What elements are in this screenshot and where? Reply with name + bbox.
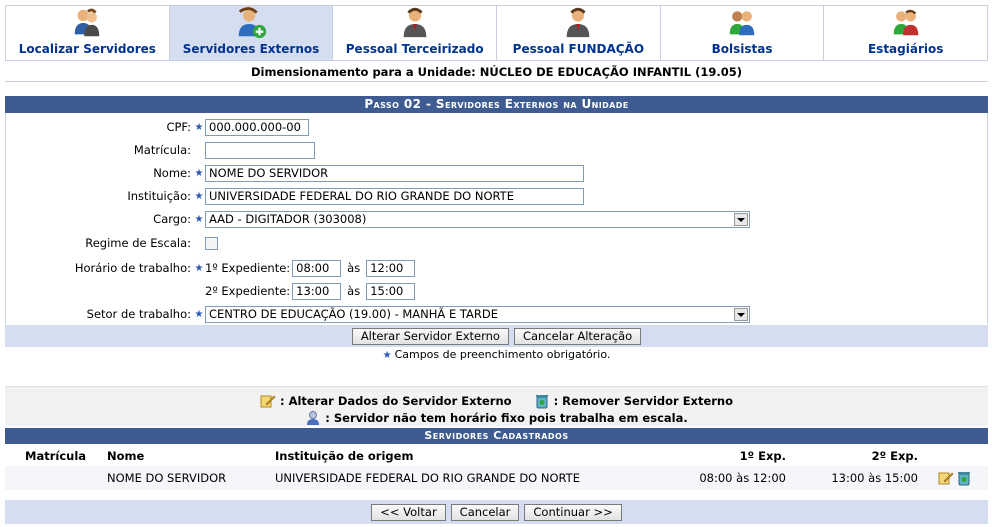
cell-exp1: 08:00 às 12:00 <box>665 466 808 490</box>
required-star-icon: ★ <box>194 308 204 320</box>
setor-row: Setor de trabalho: ★ CENTRO DE EDUCAÇÃO … <box>6 305 750 323</box>
exp1-start-input[interactable]: 08:00 <box>292 259 342 277</box>
cargo-row: Cargo: ★ AAD - DIGITADOR (303008) <box>6 210 750 228</box>
required-star-icon: ★ <box>194 213 204 225</box>
cell-matricula <box>5 466 107 490</box>
matricula-label: Matrícula: <box>133 143 191 157</box>
cargo-label: Cargo: <box>153 212 191 226</box>
exp1-label: 1º Expediente: <box>205 261 291 275</box>
instituicao-input[interactable]: UNIVERSIDADE FEDERAL DO RIO GRANDE DO NO… <box>205 187 584 205</box>
setor-selected-value: CENTRO DE EDUCAÇÃO (19.00) - MANHÃ E TAR… <box>209 307 498 321</box>
tab-label: Bolsistas <box>711 42 773 56</box>
as-label: às <box>347 261 361 275</box>
horario-label: Horário de trabalho: <box>74 261 191 275</box>
page: Localizar Servidores Servidores Externos… <box>0 0 992 527</box>
tab-label: Pessoal FUNDAÇÃO <box>512 42 645 56</box>
cell-exp2: 13:00 às 15:00 <box>808 466 938 490</box>
tab-label: Localizar Servidores <box>18 42 156 56</box>
instituicao-row: Instituição: ★ UNIVERSIDADE FEDERAL DO R… <box>6 187 584 205</box>
nome-row: Nome: ★ NOME DO SERVIDOR <box>6 164 584 182</box>
horario-row-2: 2º Expediente: 13:00 às 15:00 <box>6 282 416 300</box>
cpf-input[interactable]: 000.000.000-00 <box>205 118 309 136</box>
required-star-icon: ★ <box>194 167 204 179</box>
tab-label: Estagiários <box>867 42 944 56</box>
exp2-start-input[interactable]: 13:00 <box>292 282 342 300</box>
regime-escala-checkbox[interactable] <box>205 236 218 250</box>
matricula-row: Matrícula: <box>6 141 315 159</box>
trash-icon <box>535 395 548 409</box>
continuar-button[interactable]: Continuar >> <box>524 503 622 521</box>
setor-label: Setor de trabalho: <box>86 307 191 321</box>
alterar-servidor-button[interactable]: Alterar Servidor Externo <box>351 327 509 345</box>
user-add-icon <box>238 7 267 39</box>
required-star-icon: ★ <box>194 121 204 133</box>
col-nome: Nome <box>107 449 145 463</box>
unit-dimension-title: Dimensionamento para a Unidade: NÚCLEO D… <box>5 62 988 82</box>
tab-servidores-externos[interactable]: Servidores Externos <box>169 6 334 60</box>
cargo-selected-value: AAD - DIGITADOR (303008) <box>209 212 367 226</box>
exp2-label: 2º Expediente: <box>205 284 291 298</box>
required-star-icon: ★ <box>194 262 204 274</box>
nome-input[interactable]: NOME DO SERVIDOR <box>205 164 584 182</box>
users-group-icon <box>893 9 918 36</box>
regime-label: Regime de Escala: <box>85 236 191 250</box>
chevron-down-icon[interactable] <box>734 307 748 321</box>
footer-button-bar: << Voltar Cancelar Continuar >> <box>5 500 988 524</box>
matricula-input[interactable] <box>205 141 315 159</box>
as-label: às <box>347 284 361 298</box>
tab-estagiarios[interactable]: Estagiários <box>824 6 988 60</box>
regime-row: Regime de Escala: <box>6 234 218 252</box>
col-matricula: Matrícula <box>25 449 87 463</box>
user-icon <box>307 411 320 425</box>
tab-pessoal-terceirizado[interactable]: Pessoal Terceirizado <box>333 6 498 60</box>
edit-icon <box>260 395 276 408</box>
users-search-icon <box>75 8 100 37</box>
cell-nome: NOME DO SERVIDOR <box>107 466 275 490</box>
nome-label: Nome: <box>153 166 191 180</box>
col-exp2: 2º Exp. <box>871 449 918 463</box>
users-green-icon <box>729 11 755 36</box>
edit-icon[interactable] <box>938 470 954 486</box>
tab-label: Pessoal Terceirizado <box>345 42 484 56</box>
legend: : Alterar Dados do Servidor Externo : Re… <box>5 386 988 426</box>
tab-bolsistas[interactable]: Bolsistas <box>660 6 825 60</box>
user-suit-icon <box>567 7 590 38</box>
form-title: Passo 02 - Servidores Externos na Unidad… <box>5 96 988 113</box>
required-star-icon: ★ <box>194 190 204 202</box>
form-button-bar: Alterar Servidor Externo Cancelar Altera… <box>5 325 988 347</box>
cancelar-alteracao-button[interactable]: Cancelar Alteração <box>513 327 642 345</box>
tab-pessoal-fundacao[interactable]: Pessoal FUNDAÇÃO <box>497 6 661 60</box>
exp1-end-input[interactable]: 12:00 <box>366 259 416 277</box>
required-star-icon: ★ <box>382 350 392 361</box>
col-instituicao: Instituição de origem <box>275 449 414 463</box>
user-suit-icon <box>403 7 427 38</box>
cpf-row: CPF: ★ 000.000.000-00 <box>6 118 309 136</box>
trash-icon[interactable] <box>956 470 972 486</box>
cancelar-button[interactable]: Cancelar <box>450 503 520 521</box>
col-exp1: 1º Exp. <box>739 449 786 463</box>
tab-localizar-servidores[interactable]: Localizar Servidores <box>6 6 170 60</box>
cell-instituicao: UNIVERSIDADE FEDERAL DO RIO GRANDE DO NO… <box>275 466 665 490</box>
instituicao-label: Instituição: <box>127 189 191 203</box>
servers-table: Matrícula Nome Instituição de origem 1º … <box>5 446 988 490</box>
cargo-select[interactable]: AAD - DIGITADOR (303008) <box>205 210 750 228</box>
setor-select[interactable]: CENTRO DE EDUCAÇÃO (19.00) - MANHÃ E TAR… <box>205 305 750 323</box>
cpf-label: CPF: <box>166 120 191 134</box>
horario-row-1: Horário de trabalho: ★ 1º Expediente: 08… <box>6 259 416 277</box>
tab-bar: Localizar Servidores Servidores Externos… <box>5 5 988 61</box>
tab-label: Servidores Externos <box>182 42 320 56</box>
required-note: ★ Campos de preenchimento obrigatório. <box>382 348 611 361</box>
voltar-button[interactable]: << Voltar <box>371 503 446 521</box>
chevron-down-icon[interactable] <box>734 212 748 226</box>
exp2-end-input[interactable]: 15:00 <box>366 282 416 300</box>
table-row: NOME DO SERVIDOR UNIVERSIDADE FEDERAL DO… <box>5 466 988 490</box>
table-title: Servidores Cadastrados <box>5 428 988 444</box>
external-server-form: CPF: ★ 000.000.000-00 Matrícula: Nome: ★… <box>5 113 988 324</box>
